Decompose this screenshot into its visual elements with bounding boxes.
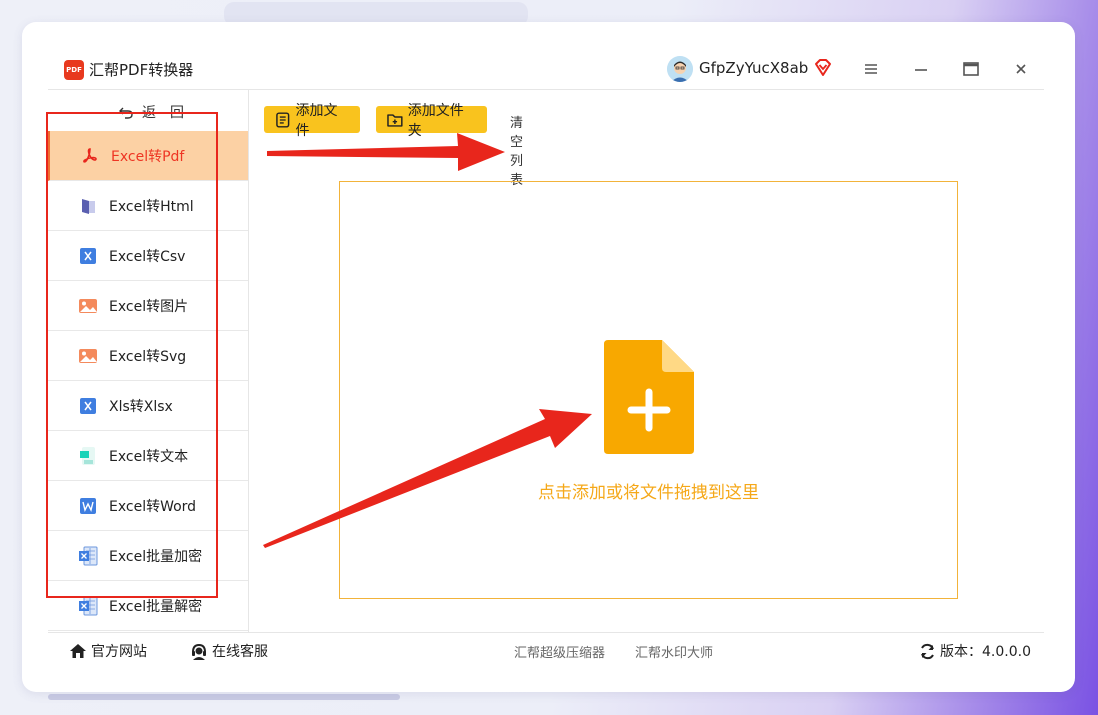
- app-title: 汇帮PDF转换器: [89, 61, 194, 79]
- compressor-link[interactable]: 汇帮超级压缩器: [514, 642, 605, 661]
- sidebar-item-excel-to-image[interactable]: Excel转图片: [48, 281, 248, 331]
- sidebar-item-xls-to-xlsx[interactable]: Xls转Xlsx: [48, 381, 248, 431]
- app-window: PDF 汇帮PDF转换器 GfpZyYucX8ab 返 回 Excel转Pdf …: [22, 22, 1075, 692]
- back-button[interactable]: 返 回: [118, 102, 184, 122]
- word-icon: [78, 496, 98, 516]
- add-folder-label: 添加文件夹: [407, 102, 464, 139]
- online-support-label: 在线客服: [212, 644, 268, 660]
- file-drop-zone[interactable]: 点击添加或将文件拖拽到这里: [339, 181, 958, 599]
- svg-image-icon: [78, 346, 98, 366]
- csv-icon: [78, 246, 98, 266]
- xlsx-icon: [78, 396, 98, 416]
- sidebar-item-label: Excel转文本: [109, 448, 189, 465]
- version-info[interactable]: 版本：4.0.0.0: [919, 641, 1031, 661]
- refresh-icon: [921, 643, 934, 659]
- back-arrow-icon: [119, 107, 133, 119]
- version-label: 版本：4.0.0.0: [940, 644, 1031, 660]
- background-strip: [48, 694, 400, 700]
- sidebar-item-excel-to-html[interactable]: Excel转Html: [48, 181, 248, 231]
- menu-icon[interactable]: [860, 58, 882, 80]
- username[interactable]: GfpZyYucX8ab: [699, 59, 808, 77]
- bottom-divider: [48, 632, 1044, 633]
- sidebar-item-excel-to-pdf[interactable]: Excel转Pdf: [48, 131, 248, 181]
- file-list-icon: [276, 111, 290, 128]
- sidebar-item-label: Xls转Xlsx: [109, 398, 173, 415]
- avatar[interactable]: [667, 56, 693, 82]
- sidebar-item-label: Excel批量加密: [109, 548, 203, 565]
- title-bar: PDF 汇帮PDF转换器 GfpZyYucX8ab: [22, 22, 1075, 90]
- text-file-icon: [78, 446, 98, 466]
- sidebar-item-excel-batch-encrypt[interactable]: Excel批量加密: [48, 531, 248, 581]
- minimize-icon[interactable]: [910, 58, 932, 80]
- watermark-link[interactable]: 汇帮水印大师: [635, 642, 713, 661]
- app-logo-icon: PDF: [64, 60, 84, 80]
- conversion-nav-list: Excel转Pdf Excel转Html Excel转Csv Excel转图片: [48, 131, 248, 631]
- sidebar-item-label: Excel转Word: [109, 498, 197, 515]
- sidebar: 返 回 Excel转Pdf Excel转Html Excel转Csv Excel…: [48, 90, 249, 632]
- add-folder-button[interactable]: 添加文件夹: [376, 103, 487, 139]
- sidebar-item-label: Excel转Svg: [109, 348, 187, 365]
- excel-lock-icon: [78, 546, 98, 566]
- sidebar-item-excel-to-text[interactable]: Excel转文本: [48, 431, 248, 481]
- official-website-link[interactable]: 官方网站: [69, 641, 147, 661]
- excel-unlock-icon: [78, 596, 98, 616]
- sidebar-item-excel-to-word[interactable]: Excel转Word: [48, 481, 248, 531]
- back-label: 返 回: [142, 105, 184, 121]
- html-file-icon: [78, 196, 98, 216]
- sidebar-item-excel-batch-decrypt[interactable]: Excel批量解密: [48, 581, 248, 631]
- pdf-icon: [80, 146, 100, 166]
- clear-list-button[interactable]: 清空列表: [510, 112, 523, 188]
- official-website-label: 官方网站: [91, 644, 147, 660]
- sidebar-item-label: Excel转图片: [109, 298, 189, 315]
- sidebar-item-label: Excel转Pdf: [111, 148, 185, 165]
- drop-hint-text: 点击添加或将文件拖拽到这里: [538, 483, 759, 503]
- add-file-icon[interactable]: [604, 340, 694, 458]
- folder-add-icon: [387, 113, 403, 127]
- sidebar-item-label: Excel转Csv: [109, 248, 186, 265]
- home-icon: [70, 644, 86, 658]
- image-icon: [78, 296, 98, 316]
- sidebar-item-excel-to-svg[interactable]: Excel转Svg: [48, 331, 248, 381]
- headset-icon: [192, 643, 206, 660]
- sidebar-item-excel-to-csv[interactable]: Excel转Csv: [48, 231, 248, 281]
- add-file-label: 添加文件: [295, 102, 338, 139]
- add-file-button[interactable]: 添加文件: [264, 103, 360, 139]
- close-icon[interactable]: [1010, 58, 1032, 80]
- sidebar-item-label: Excel批量解密: [109, 598, 203, 615]
- online-support-link[interactable]: 在线客服: [190, 641, 268, 661]
- vip-diamond-icon[interactable]: [813, 58, 833, 82]
- maximize-icon[interactable]: [960, 58, 982, 80]
- sidebar-item-label: Excel转Html: [109, 198, 194, 215]
